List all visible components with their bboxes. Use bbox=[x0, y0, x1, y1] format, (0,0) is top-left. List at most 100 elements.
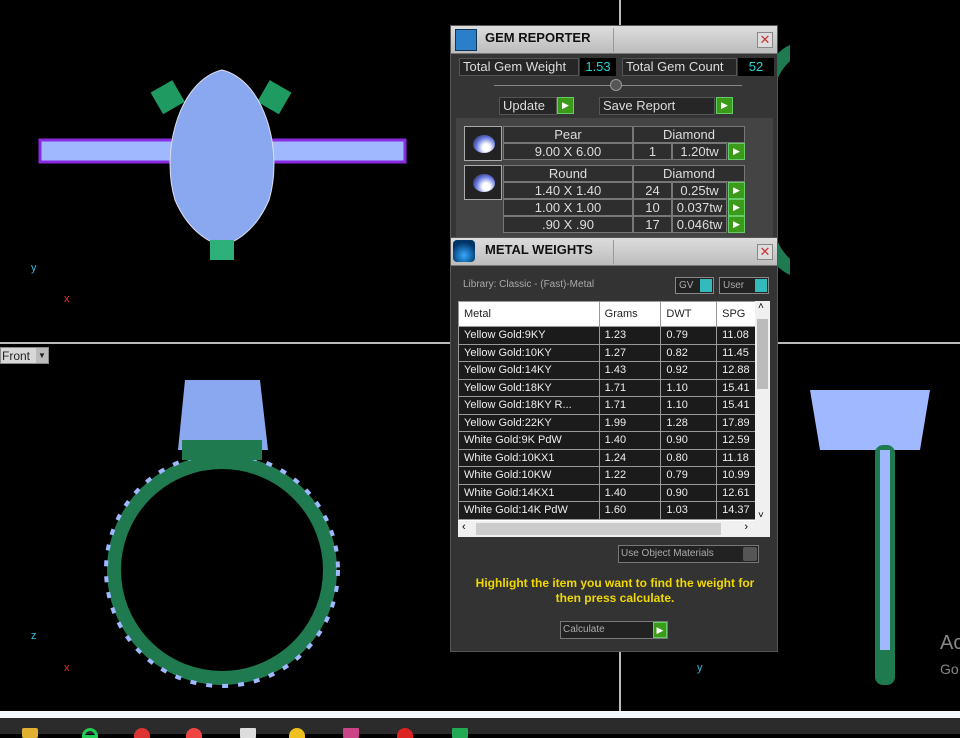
gem-shape: Round bbox=[503, 165, 633, 182]
metal-cell: Yellow Gold:10KY bbox=[458, 343, 600, 362]
grams-cell: 1.27 bbox=[598, 343, 662, 362]
gv-toggle[interactable]: GV bbox=[675, 277, 714, 294]
panel-title: METAL WEIGHTS bbox=[485, 242, 593, 257]
grams-cell: 1.71 bbox=[598, 396, 662, 415]
column-header-dwt[interactable]: DWT bbox=[660, 301, 718, 327]
table-row[interactable]: Yellow Gold:10KY 1.27 0.82 11.45 bbox=[458, 343, 762, 362]
gem-weight: 0.046tw bbox=[672, 216, 727, 233]
vertical-scrollbar[interactable]: ˄ ˅ bbox=[755, 301, 770, 521]
table-row[interactable]: Yellow Gold:18KY 1.71 1.10 15.41 bbox=[458, 378, 762, 397]
total-gem-count-label: Total Gem Count bbox=[622, 58, 737, 76]
select-gem-icon[interactable]: ▶ bbox=[728, 182, 745, 199]
user-label: User bbox=[723, 280, 745, 291]
update-button[interactable]: Update bbox=[499, 97, 557, 115]
table-row[interactable]: Yellow Gold:18KY R... 1.71 1.10 15.41 bbox=[458, 396, 762, 415]
metal-weights-panel: METAL WEIGHTS ✕ Library: Classic - (Fast… bbox=[450, 237, 778, 652]
gem-size: 9.00 X 6.00 bbox=[503, 143, 633, 160]
save-report-button[interactable]: Save Report bbox=[599, 97, 715, 115]
gem-reporter-titlebar[interactable]: GEM REPORTER ✕ bbox=[451, 26, 777, 54]
scroll-left-icon[interactable]: ‹ bbox=[462, 521, 466, 533]
gem-material: Diamond bbox=[633, 126, 745, 143]
save-report-go-icon[interactable]: ▶ bbox=[716, 97, 733, 114]
scroll-right-icon[interactable]: › bbox=[744, 521, 748, 533]
library-label: Library: Classic - (Fast)-Metal bbox=[463, 279, 595, 290]
scroll-down-icon[interactable]: ˅ bbox=[758, 510, 764, 521]
chrome-icon[interactable] bbox=[82, 728, 98, 738]
app-icon[interactable] bbox=[240, 728, 256, 738]
watermark-line1: Ac bbox=[940, 632, 960, 654]
column-header-metal[interactable]: Metal bbox=[458, 301, 600, 327]
metal-cell: Yellow Gold:22KY bbox=[458, 413, 600, 432]
use-object-materials-toggle[interactable]: Use Object Materials bbox=[618, 545, 759, 563]
axis-y-label-2: y bbox=[697, 662, 703, 674]
table-row[interactable]: White Gold:9K PdW 1.40 0.90 12.59 bbox=[458, 431, 762, 450]
gem-list: Pear Diamond 9.00 X 6.00 1 1.20tw ▶ Roun… bbox=[456, 118, 773, 241]
grams-cell: 1.40 bbox=[598, 483, 662, 502]
dwt-cell: 1.03 bbox=[660, 501, 718, 520]
calculate-label: Calculate bbox=[563, 624, 605, 635]
metal-weights-titlebar[interactable]: METAL WEIGHTS ✕ bbox=[451, 238, 777, 266]
gem-size: 1.40 X 1.40 bbox=[503, 182, 633, 199]
gem-count: 24 bbox=[633, 182, 672, 199]
collapse-handle-icon[interactable] bbox=[610, 79, 622, 91]
dwt-cell: 0.92 bbox=[660, 361, 718, 380]
table-row[interactable]: White Gold:10KW 1.22 0.79 10.99 bbox=[458, 466, 762, 485]
grams-cell: 1.22 bbox=[598, 466, 662, 485]
table-row[interactable]: Yellow Gold:9KY 1.23 0.79 11.08 bbox=[458, 326, 762, 345]
gem-reporter-panel: GEM REPORTER ✕ Total Gem Weight 1.53 Tot… bbox=[450, 25, 778, 241]
gem-weight: 1.20tw bbox=[672, 143, 727, 160]
save-report-label: Save Report bbox=[603, 98, 676, 113]
select-gem-icon[interactable]: ▶ bbox=[728, 143, 745, 160]
table-row[interactable]: White Gold:10KX1 1.24 0.80 11.18 bbox=[458, 448, 762, 467]
calculate-go-icon: ▶ bbox=[653, 622, 667, 638]
table-row[interactable]: Yellow Gold:14KY 1.43 0.92 12.88 bbox=[458, 361, 762, 380]
gem-count: 17 bbox=[633, 216, 672, 233]
user-toggle[interactable]: User bbox=[719, 277, 769, 294]
select-gem-icon[interactable]: ▶ bbox=[728, 216, 745, 233]
app-icon[interactable] bbox=[134, 728, 150, 738]
gem-material: Diamond bbox=[633, 165, 745, 182]
gem-shape: Pear bbox=[503, 126, 633, 143]
ring-side-view bbox=[810, 390, 930, 685]
pear-gem-thumbnail[interactable] bbox=[464, 126, 502, 161]
status-strip bbox=[0, 711, 960, 718]
grams-cell: 1.60 bbox=[598, 501, 662, 520]
round-gem-thumbnail[interactable] bbox=[464, 165, 502, 200]
axis-x-label-2: x bbox=[64, 662, 70, 674]
update-go-icon[interactable]: ▶ bbox=[557, 97, 574, 114]
app-icon[interactable] bbox=[397, 728, 413, 738]
total-gem-weight-value: 1.53 bbox=[580, 58, 616, 76]
metal-cell: Yellow Gold:18KY R... bbox=[458, 396, 600, 415]
radio-icon bbox=[743, 547, 757, 561]
metal-cell: White Gold:14K PdW bbox=[458, 501, 600, 520]
calculate-button[interactable]: Calculate ▶ bbox=[560, 621, 668, 639]
scroll-up-icon[interactable]: ˄ bbox=[758, 301, 764, 312]
table-row[interactable]: White Gold:14K PdW 1.60 1.03 14.37 bbox=[458, 501, 762, 520]
dwt-cell: 0.79 bbox=[660, 466, 718, 485]
ring-front-view bbox=[104, 380, 340, 688]
gem-size: 1.00 X 1.00 bbox=[503, 199, 633, 216]
grams-cell: 1.43 bbox=[598, 361, 662, 380]
gem-size: .90 X .90 bbox=[503, 216, 633, 233]
horizontal-scrollbar[interactable]: ‹ › bbox=[458, 521, 770, 537]
app-icon[interactable] bbox=[186, 728, 202, 738]
update-label: Update bbox=[503, 98, 545, 113]
app-icon[interactable] bbox=[452, 728, 468, 738]
select-gem-icon[interactable]: ▶ bbox=[728, 199, 745, 216]
ring-top-view bbox=[38, 69, 407, 260]
app-icon[interactable] bbox=[289, 728, 305, 738]
taskbar bbox=[0, 718, 960, 738]
app-icon[interactable] bbox=[343, 728, 359, 738]
column-header-grams[interactable]: Grams bbox=[598, 301, 662, 327]
grams-cell: 1.24 bbox=[598, 448, 662, 467]
table-row[interactable]: White Gold:14KX1 1.40 0.90 12.61 bbox=[458, 483, 762, 502]
file-explorer-icon[interactable] bbox=[22, 728, 38, 738]
close-icon[interactable]: ✕ bbox=[757, 32, 773, 48]
dwt-cell: 0.90 bbox=[660, 483, 718, 502]
activate-watermark: Ac Go bbox=[940, 630, 960, 682]
table-row[interactable]: Yellow Gold:22KY 1.99 1.28 17.89 bbox=[458, 413, 762, 432]
use-object-materials-label: Use Object Materials bbox=[621, 548, 714, 559]
metal-cell: White Gold:10KW bbox=[458, 466, 600, 485]
close-icon[interactable]: ✕ bbox=[757, 244, 773, 260]
scale-icon bbox=[453, 240, 475, 262]
